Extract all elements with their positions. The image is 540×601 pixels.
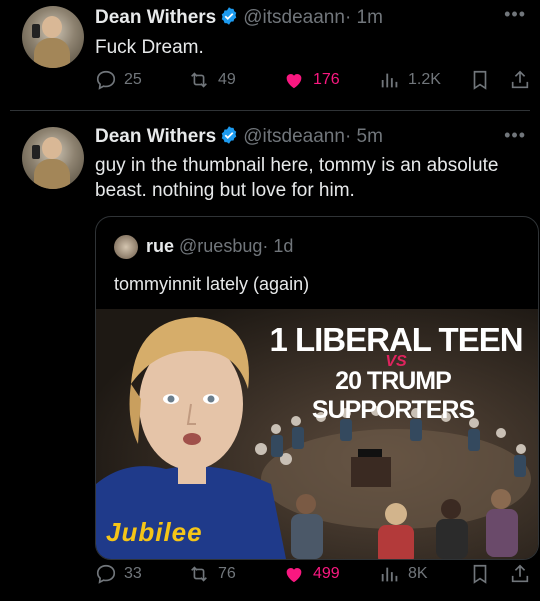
more-icon[interactable]: ••• xyxy=(504,125,526,146)
quote-header: rue @ruesbug· 1d xyxy=(146,236,293,257)
avatar[interactable] xyxy=(22,6,84,68)
views-icon xyxy=(381,73,398,88)
bookmark-button[interactable] xyxy=(469,69,498,91)
like-button[interactable]: 499 xyxy=(282,563,340,585)
quote-text: tommyinnit lately (again) xyxy=(114,274,310,294)
views-count: 1.2K xyxy=(408,71,441,88)
repost-button[interactable]: 49 xyxy=(187,69,236,91)
action-bar: 25 49 176 1.2K xyxy=(95,69,535,95)
like-button[interactable]: 176 xyxy=(282,69,340,91)
tweet-text: guy in the thumbnail here, tommy is an a… xyxy=(95,155,499,201)
reply-button[interactable]: 25 xyxy=(95,69,142,91)
quote-avatar xyxy=(114,235,138,259)
repost-button[interactable]: 76 xyxy=(187,563,236,585)
share-icon xyxy=(511,564,529,583)
reply-button[interactable]: 33 xyxy=(95,563,142,585)
avatar[interactable] xyxy=(22,127,84,189)
share-button[interactable] xyxy=(509,69,538,91)
reply-count: 33 xyxy=(124,565,142,582)
repost-count: 49 xyxy=(218,71,236,88)
tweet-header: Dean Withers @itsdeaann· 5m xyxy=(95,125,383,151)
display-name[interactable]: Dean Withers xyxy=(95,126,216,147)
like-count: 176 xyxy=(313,71,340,88)
tweet-1[interactable]: Dean Withers @itsdeaann· 1m ••• Fuck Drea… xyxy=(0,0,540,110)
more-icon[interactable]: ••• xyxy=(504,4,526,25)
thumbnail-title-line2: 20 TRUMP SUPPORTERS xyxy=(311,367,475,424)
timestamp[interactable]: · 5m xyxy=(345,126,383,147)
reply-icon xyxy=(96,70,116,90)
repost-icon xyxy=(191,566,207,582)
views-button[interactable]: 8K xyxy=(379,563,428,585)
timestamp[interactable]: · 1m xyxy=(345,7,383,28)
bookmark-icon xyxy=(473,564,487,584)
verified-icon xyxy=(219,125,239,151)
views-count: 8K xyxy=(408,565,428,582)
quote-display-name: rue xyxy=(146,236,175,256)
like-count: 499 xyxy=(313,565,340,582)
video-thumbnail[interactable]: 1 LIBERAL TEEN VS 20 TRUMP SUPPORTERS Ju… xyxy=(96,309,538,559)
reply-icon xyxy=(96,564,116,584)
action-bar: 33 76 499 8K xyxy=(95,563,535,589)
reply-count: 25 xyxy=(124,71,142,88)
share-button[interactable] xyxy=(509,563,538,585)
jubilee-logo: Jubilee xyxy=(106,517,203,547)
repost-count: 76 xyxy=(218,565,236,582)
bookmark-button[interactable] xyxy=(469,563,498,585)
repost-icon xyxy=(191,72,207,88)
handle[interactable]: @itsdeaann xyxy=(243,7,345,28)
heart-icon xyxy=(286,74,302,89)
bookmark-icon xyxy=(473,70,487,90)
quote-handle: @ruesbug xyxy=(179,236,263,256)
handle[interactable]: @itsdeaann xyxy=(243,126,345,147)
tweet-header: Dean Withers @itsdeaann· 1m xyxy=(95,6,383,32)
verified-icon xyxy=(219,6,239,32)
display-name[interactable]: Dean Withers xyxy=(95,7,216,28)
views-icon xyxy=(381,567,398,582)
share-icon xyxy=(511,70,529,89)
tweet-text: Fuck Dream. xyxy=(95,37,204,58)
views-button[interactable]: 1.2K xyxy=(379,69,441,91)
heart-icon xyxy=(286,568,302,583)
quoted-tweet[interactable]: rue @ruesbug· 1d tommyinnit lately (agai… xyxy=(95,216,539,560)
quote-timestamp: · 1d xyxy=(262,236,294,256)
